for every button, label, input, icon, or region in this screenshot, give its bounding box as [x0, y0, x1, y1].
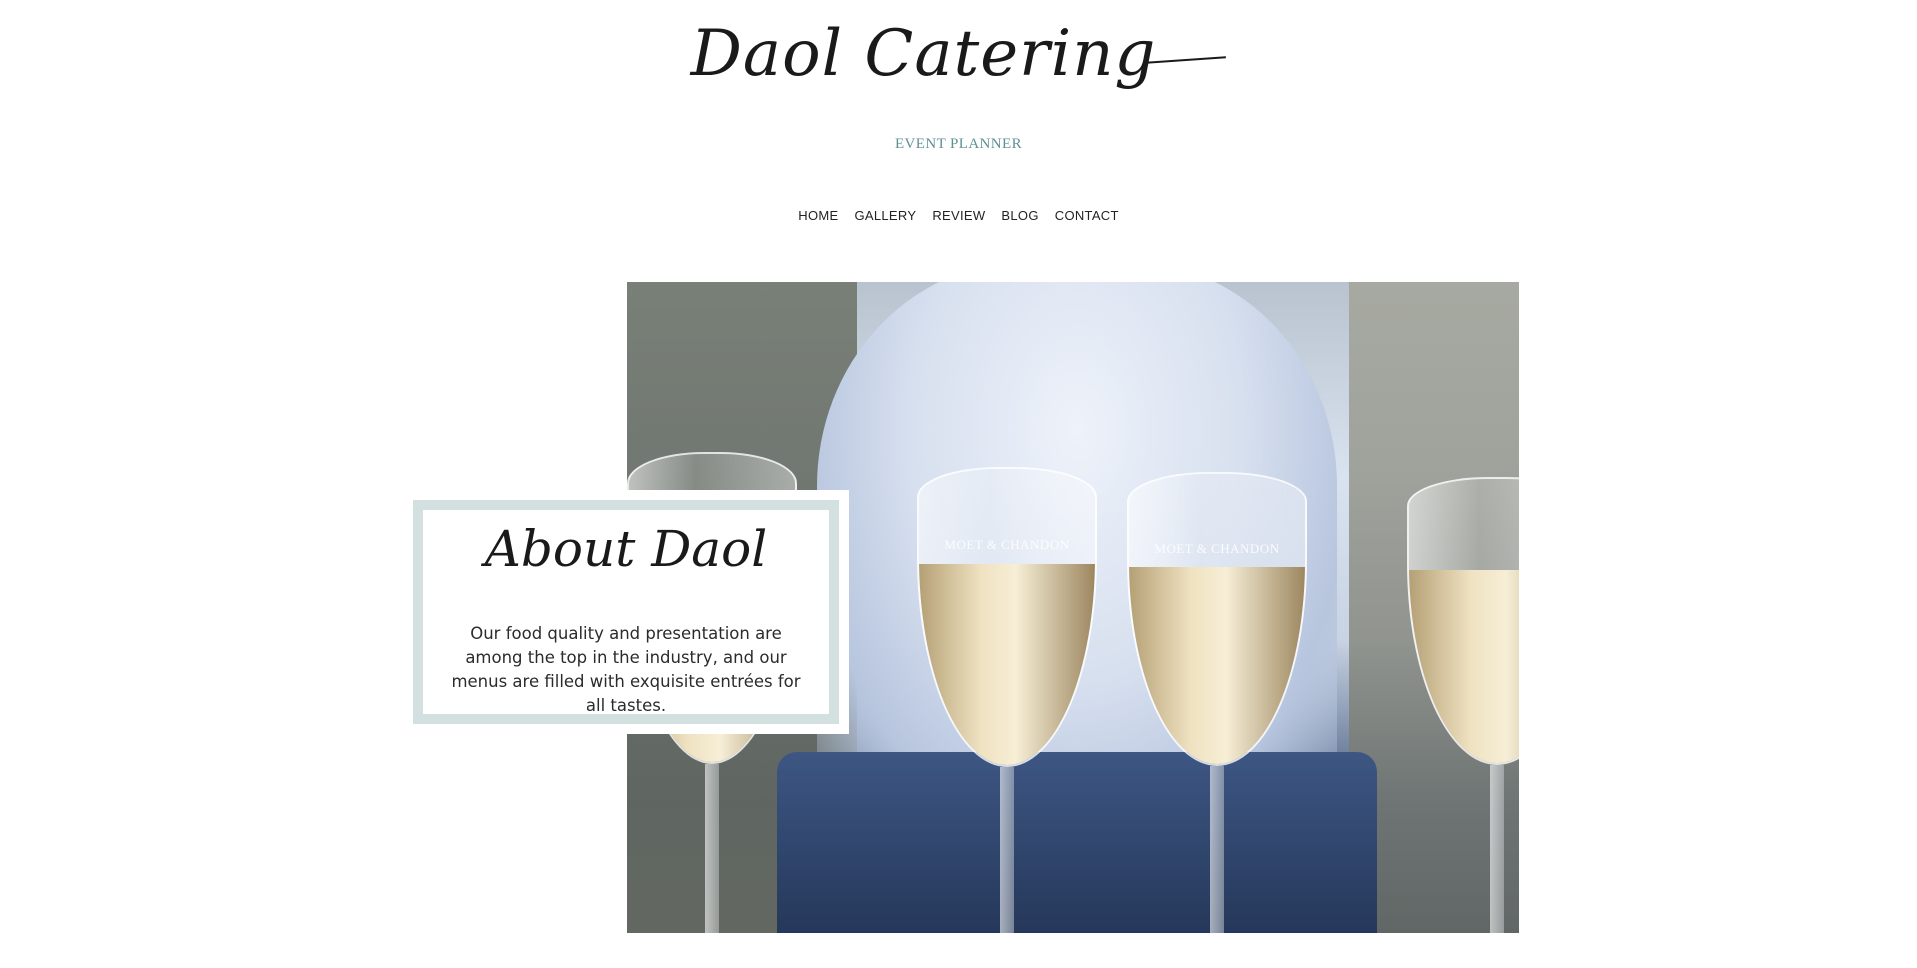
site-tagline: EVENT PLANNER: [894, 136, 1022, 152]
about-card: About Daol Our food quality and presenta…: [413, 490, 849, 734]
champagne-glass: MOET & CHANDON: [917, 467, 1097, 933]
main-nav: HOME GALLERY REVIEW BLOG CONTACT: [0, 208, 1917, 223]
site-logo[interactable]: Daol Catering: [0, 22, 1917, 86]
logo-text: Daol Catering: [690, 17, 1157, 91]
about-title: About Daol: [484, 520, 768, 578]
logo-swash: [1146, 56, 1227, 64]
champagne-glass: MOET & CHANDON: [1127, 472, 1307, 933]
about-text: Our food quality and presentation are am…: [451, 624, 801, 715]
glass-label: MOET & CHANDON: [1154, 540, 1280, 556]
glass-label: MOET & CHANDON: [944, 537, 1070, 552]
nav-item-blog[interactable]: BLOG: [1001, 208, 1038, 223]
about-card-body: About Daol Our food quality and presenta…: [423, 510, 829, 715]
nav-item-contact[interactable]: CONTACT: [1055, 208, 1119, 223]
champagne-glass: [1407, 477, 1519, 933]
nav-item-home[interactable]: HOME: [798, 208, 838, 223]
nav-item-review[interactable]: REVIEW: [932, 208, 985, 223]
about-card-frame: About Daol Our food quality and presenta…: [413, 500, 839, 724]
nav-item-gallery[interactable]: GALLERY: [854, 208, 916, 223]
